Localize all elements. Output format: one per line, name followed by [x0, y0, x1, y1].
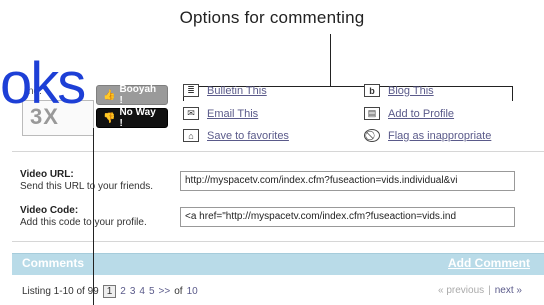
email-option[interactable]: ✉ Email This — [183, 107, 258, 120]
page-current: 1 — [102, 285, 117, 298]
booyah-label: Booyah ! — [119, 84, 157, 106]
video-code-title: Video Code: — [20, 205, 79, 216]
book-watermark: oks — [0, 51, 86, 116]
page-link[interactable]: 3 — [130, 286, 136, 297]
prev-next-pager: « previous | next » — [438, 285, 522, 296]
envelope-icon: ✉ — [183, 107, 199, 120]
video-url-label: Video URL: Send this URL to your friends… — [20, 169, 153, 193]
callout-title: Options for commenting — [179, 8, 365, 27]
pager-separator: | — [488, 285, 491, 296]
page-link[interactable]: 5 — [149, 286, 155, 297]
callout-stem-line — [330, 34, 331, 86]
video-code-label: Video Code: Add this code to your profil… — [20, 205, 147, 229]
booyah-button[interactable]: 👍 Booyah ! — [96, 84, 168, 106]
blog-link[interactable]: Blog This — [388, 85, 434, 97]
comments-title: Comments — [22, 256, 85, 270]
blog-icon: b — [364, 84, 380, 97]
profile-icon: ▤ — [364, 107, 380, 120]
bulletin-icon: ≣ — [183, 84, 199, 97]
bulletin-link[interactable]: Bulletin This — [207, 85, 267, 97]
add-profile-option[interactable]: ▤ Add to Profile — [364, 107, 454, 120]
flag-link[interactable]: Flag as inappropriate — [388, 130, 491, 142]
flag-option[interactable]: ⃠ Flag as inappropriate — [364, 129, 491, 142]
folder-icon: ⌂ — [183, 129, 199, 142]
video-code-hint: Add this code to your profile. — [20, 217, 147, 228]
thumbs-down-icon: 👎 — [103, 112, 116, 124]
prohibited-icon: ⃠ — [364, 129, 380, 142]
favorites-link[interactable]: Save to favorites — [207, 130, 289, 142]
no-way-button[interactable]: 👎 No Way ! — [96, 107, 168, 129]
bulletin-option[interactable]: ≣ Bulletin This — [183, 84, 267, 97]
video-code-field[interactable]: <a href="http://myspacetv.com/index.cfm?… — [180, 207, 515, 227]
more-pages-link[interactable]: >> — [159, 286, 171, 297]
divider — [12, 151, 544, 152]
email-link[interactable]: Email This — [207, 108, 258, 120]
next-link[interactable]: next » — [495, 285, 522, 296]
add-profile-link[interactable]: Add to Profile — [388, 108, 454, 120]
previous-link: « previous — [438, 285, 485, 296]
page-link[interactable]: 4 — [139, 286, 145, 297]
listing-pagination: Listing 1-10 of 99 1 2 3 4 5 >> of 10 — [22, 285, 198, 298]
total-pages-link[interactable]: 10 — [187, 286, 198, 297]
blog-option[interactable]: b Blog This — [364, 84, 434, 97]
no-way-label: No Way ! — [119, 107, 156, 129]
annotation-pointer-line — [93, 128, 94, 305]
divider — [12, 241, 544, 242]
video-url-title: Video URL: — [20, 169, 74, 180]
video-url-hint: Send this URL to your friends. — [20, 181, 154, 192]
page-link[interactable]: 2 — [120, 286, 126, 297]
listing-count: Listing 1-10 of 99 — [22, 286, 99, 297]
favorites-option[interactable]: ⌂ Save to favorites — [183, 129, 289, 142]
video-url-field[interactable]: http://myspacetv.com/index.cfm?fuseactio… — [180, 171, 515, 191]
add-comment-link[interactable]: Add Comment — [448, 256, 530, 270]
of-label: of — [174, 286, 183, 297]
thumbs-up-icon: 👍 — [103, 89, 116, 101]
